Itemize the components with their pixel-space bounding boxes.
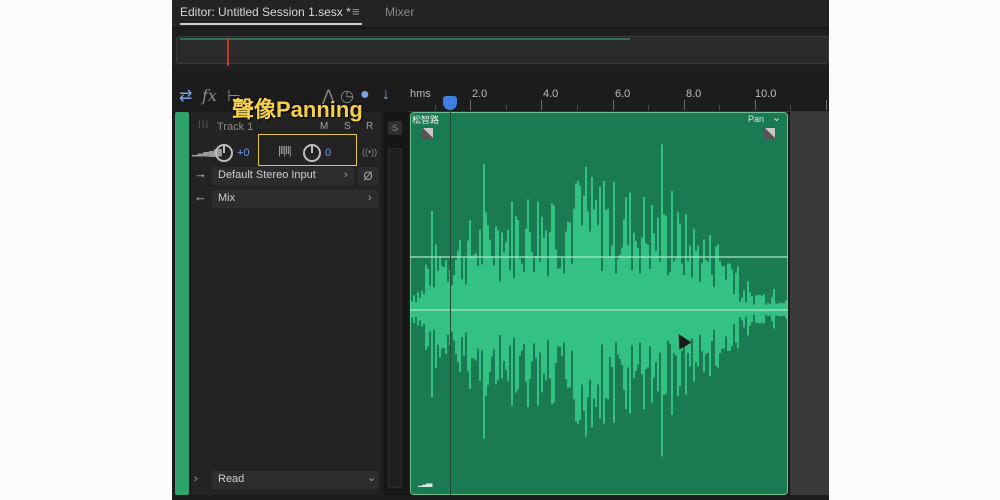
session-overview[interactable] bbox=[172, 30, 829, 70]
ruler-tick bbox=[470, 100, 471, 110]
chevron-down-icon: ⌄ bbox=[367, 472, 377, 484]
overview-playhead bbox=[227, 38, 229, 66]
ruler-tick bbox=[826, 100, 827, 110]
input-arrow-icon: → bbox=[194, 166, 207, 181]
active-tab-indicator bbox=[180, 23, 362, 25]
input-icon[interactable]: ↓ bbox=[382, 86, 390, 104]
audition-editor-window: Editor: Untitled Session 1.sesx * ≡ Mixe… bbox=[172, 0, 829, 500]
overview-zoom-bar[interactable] bbox=[176, 36, 829, 64]
output-arrow-icon: ← bbox=[194, 189, 207, 204]
volume-value[interactable]: +0 bbox=[237, 147, 250, 159]
pan-value[interactable]: 0 bbox=[325, 147, 331, 159]
tab-editor[interactable]: Editor: Untitled Session 1.sesx * bbox=[180, 5, 351, 19]
ruler-minor-tick bbox=[719, 105, 720, 110]
ruler-tick-label: 8.0 bbox=[686, 88, 702, 100]
volume-knob[interactable] bbox=[215, 144, 233, 162]
playhead-line bbox=[450, 110, 451, 495]
ruler-tick bbox=[755, 100, 756, 110]
right-background bbox=[829, 0, 1000, 500]
chevron-right-icon: › bbox=[344, 169, 348, 181]
output-select[interactable] bbox=[212, 190, 378, 208]
ruler-tick-label: 10.0 bbox=[755, 88, 777, 100]
ruler-tick bbox=[684, 100, 685, 110]
ruler-tick bbox=[613, 100, 614, 110]
ruler-tick-label: 2.0 bbox=[472, 88, 488, 100]
meter-toggle-button[interactable]: S bbox=[388, 121, 402, 135]
pan-icon: |‖|‖| bbox=[278, 145, 292, 157]
track-color-strip bbox=[175, 112, 189, 495]
overview-waveform bbox=[180, 38, 630, 40]
ruler-tick bbox=[541, 100, 542, 110]
left-background bbox=[0, 0, 172, 500]
panel-tab-bar: Editor: Untitled Session 1.sesx * ≡ Mixe… bbox=[172, 0, 829, 28]
phase-invert-icon[interactable]: Ø bbox=[358, 167, 378, 185]
ruler-unit: hms bbox=[410, 88, 431, 100]
drag-handle-icon[interactable]: ⁞⁞⁞ bbox=[198, 120, 209, 131]
ruler-tick-label: 4.0 bbox=[543, 88, 559, 100]
input-label: Default Stereo Input bbox=[218, 169, 316, 181]
output-label: Mix bbox=[218, 192, 236, 204]
expand-icon[interactable]: › bbox=[194, 473, 198, 485]
automation-mode-label: Read bbox=[218, 473, 245, 485]
empty-track-area[interactable] bbox=[790, 112, 829, 495]
tab-mixer[interactable]: Mixer bbox=[385, 5, 414, 19]
pan-knob[interactable] bbox=[303, 144, 321, 162]
swap-icon[interactable]: ⇄ bbox=[179, 86, 192, 106]
playhead-handle[interactable] bbox=[443, 96, 457, 110]
clip-envelope-label[interactable]: Pan bbox=[748, 114, 764, 124]
record-arm-button[interactable]: R bbox=[366, 121, 373, 132]
ruler-minor-tick bbox=[648, 105, 649, 110]
ruler-minor-tick bbox=[435, 105, 436, 110]
fade-in-handle[interactable] bbox=[422, 127, 434, 139]
clip-waveform bbox=[410, 144, 788, 457]
fx-icon[interactable]: fx bbox=[202, 86, 217, 105]
ruler-minor-tick bbox=[577, 105, 578, 110]
fade-out-handle[interactable] bbox=[764, 127, 776, 139]
chevron-down-icon[interactable]: ⌄ bbox=[772, 111, 781, 124]
track-level-meter bbox=[388, 148, 402, 488]
clip-volume-icon: ▁▂▃ bbox=[418, 478, 433, 487]
stereo-icon[interactable]: ((•)) bbox=[362, 147, 377, 157]
ruler-tick-label: 6.0 bbox=[615, 88, 631, 100]
ruler-minor-tick bbox=[506, 105, 507, 110]
panel-menu-icon[interactable]: ≡ bbox=[352, 4, 360, 19]
chevron-right-icon: › bbox=[368, 192, 372, 204]
panning-annotation: 聲像Panning bbox=[232, 97, 363, 122]
clip-name[interactable]: 松智路 bbox=[412, 113, 439, 126]
ruler-minor-tick bbox=[790, 105, 791, 110]
